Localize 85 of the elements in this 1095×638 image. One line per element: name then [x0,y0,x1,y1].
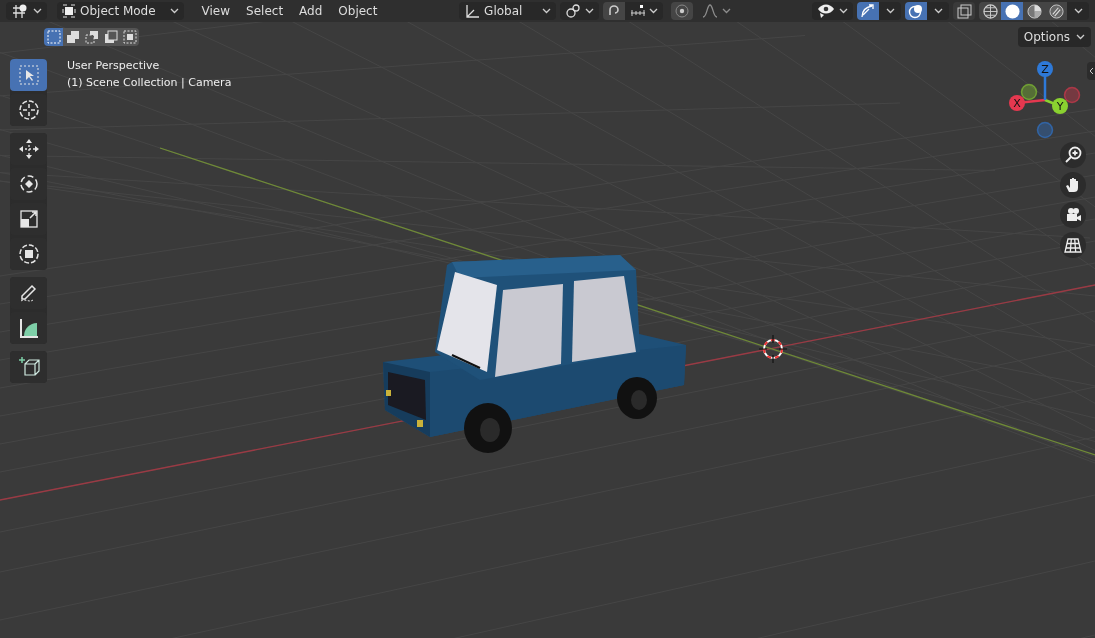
xray-squares-icon [956,3,972,19]
add-cube-icon [17,356,40,378]
mode-dropdown[interactable]: Object Mode [57,2,184,20]
falloff-curve-icon [702,4,719,18]
collection-label: (1) Scene Collection | Camera [67,76,232,89]
negative-axis-handle[interactable] [1020,83,1038,101]
selection-mode-button[interactable] [63,28,82,46]
negative-axis-handle[interactable] [1063,86,1081,104]
sidebar-toggle[interactable] [1087,62,1095,80]
select-intersect-icon [122,30,137,44]
grid-icon [1064,236,1082,254]
scale-icon [17,208,40,230]
overlays-toggle[interactable] [905,2,927,20]
menu-item[interactable]: Object [332,2,384,20]
orientation-axes-icon [464,3,481,19]
selection-mode-button[interactable] [120,28,139,46]
overlays-dropdown[interactable] [927,2,949,20]
snap-toggle[interactable] [603,2,626,20]
axis-handle[interactable]: Z [1037,61,1053,77]
zoom-icon [1064,146,1082,164]
shading-mode-button[interactable] [1023,2,1045,20]
navigation-button[interactable] [1060,172,1086,198]
shading-mode-button[interactable] [1001,2,1023,20]
select-subtract-icon [84,30,99,44]
menu-item[interactable]: Select [240,2,290,20]
menu-item[interactable]: Add [293,2,329,20]
camera-icon [1064,206,1082,224]
gizmo-arrow-icon [860,3,876,19]
overlay-circles-icon [908,3,924,19]
ruler-icon [17,317,40,339]
snap-target-dropdown[interactable] [625,2,664,20]
chevron-left-icon [1088,67,1094,75]
navigation-button[interactable] [1060,202,1086,228]
caret-icon [1076,34,1085,40]
menu-item[interactable]: View [195,2,237,20]
caret-icon [933,8,943,14]
axes-sphere-icon [11,3,29,19]
wireframe-sphere-icon [982,3,998,19]
move-arrows-icon [17,138,40,160]
axis-handle[interactable]: X [1009,95,1025,111]
negative-axis-handle[interactable] [1036,121,1054,139]
proportional-edit-toggle[interactable] [671,2,694,20]
caret-icon [33,8,42,14]
view-name: User Perspective [67,59,161,72]
editor-type-button[interactable] [6,2,47,20]
select-invert-icon [103,30,118,44]
cursor-icon [17,99,40,121]
eye-icon [817,3,835,19]
target-icon [675,4,690,18]
visibility-dropdown[interactable] [812,2,853,20]
solid-sphere-icon [1004,3,1020,19]
caret-icon [722,8,732,14]
options-dropdown[interactable]: Options [1017,27,1091,47]
transform-icon [17,243,40,265]
shading-dropdown[interactable] [1067,2,1089,20]
caret-icon [169,8,179,14]
pivot-dropdown[interactable] [560,2,600,20]
caret-icon [585,8,595,14]
xray-toggle[interactable] [953,2,975,20]
selection-mode-button[interactable] [82,28,101,46]
increment-icon [630,5,647,17]
navigation-button[interactable] [1060,142,1086,168]
gizmo-dropdown[interactable] [879,2,901,20]
selection-mode-button[interactable] [101,28,120,46]
material-sphere-icon [1026,3,1042,19]
select-extend-icon [65,30,80,44]
select-new-icon [46,30,61,44]
shading-mode-button[interactable] [979,2,1001,20]
selection-mode-button[interactable] [44,28,63,46]
rotate-icon [17,173,40,195]
caret-icon [649,8,659,14]
orientation-dropdown[interactable]: Global [459,2,557,20]
caret-icon [839,8,848,14]
object-mode-icon [62,4,76,18]
rendered-sphere-icon [1048,3,1064,19]
caret-icon [885,8,895,14]
caret-icon [1073,8,1083,14]
select-box-icon [17,64,40,86]
gizmo-toggle[interactable] [857,2,879,20]
3d-cursor [758,334,788,364]
caret-icon [542,8,552,14]
axis-handle[interactable]: Y [1052,98,1068,114]
linked-circles-icon [565,3,582,19]
shading-mode-button[interactable] [1045,2,1067,20]
navigation-button[interactable] [1060,232,1086,258]
